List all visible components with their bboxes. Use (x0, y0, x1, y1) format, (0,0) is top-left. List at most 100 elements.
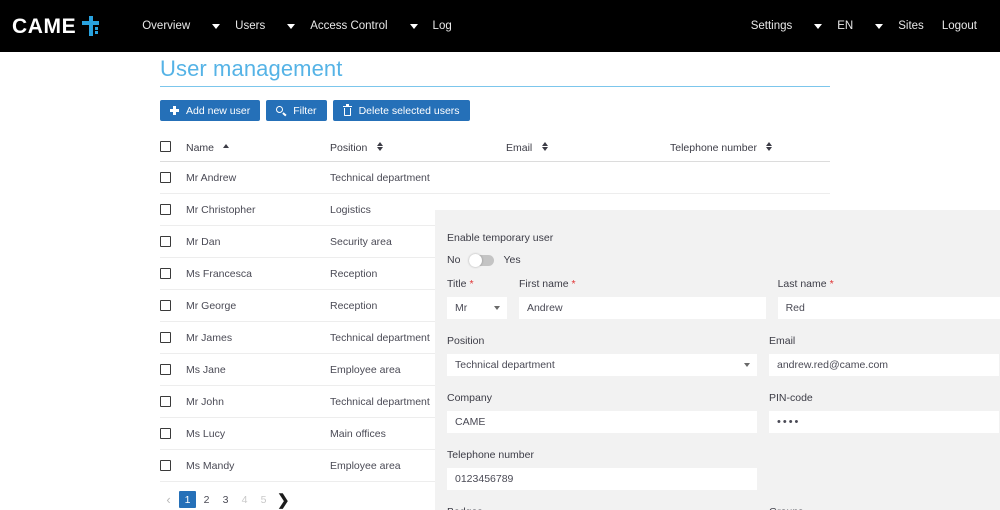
row-checkbox[interactable] (160, 172, 171, 183)
brand-name: CAME (12, 14, 77, 38)
column-header-telephone-label: Telephone number (670, 141, 757, 154)
nav-item-settings[interactable]: Settings (742, 0, 802, 52)
chevron-down-icon-access-control[interactable] (397, 0, 424, 52)
brand-logo[interactable]: CAME (12, 14, 100, 38)
pin-code-field-wrap: PIN-code •••• (769, 392, 999, 433)
nav-item-users[interactable]: Users (226, 0, 274, 52)
row-checkbox[interactable] (160, 364, 171, 375)
nav-item-language[interactable]: EN (828, 0, 862, 52)
nav-item-logout[interactable]: Logout (933, 0, 986, 52)
cell-name: Mr James (186, 331, 233, 344)
last-name-input[interactable]: Red (777, 297, 1000, 319)
table-row[interactable]: Mr Andrew Technical department (160, 162, 830, 194)
row-checkbox[interactable] (160, 332, 171, 343)
column-header-email[interactable]: Email (506, 138, 670, 156)
search-icon (276, 105, 287, 117)
row-checkbox-cell (160, 364, 186, 375)
column-header-position[interactable]: Position (330, 138, 506, 156)
badges-label: Badges (447, 506, 757, 510)
nav-item-sites[interactable]: Sites (889, 0, 933, 52)
chevron-down-icon-position (744, 363, 750, 367)
row-checkbox[interactable] (160, 396, 171, 407)
required-marker: * (829, 278, 834, 290)
company-pin-group: Company CAME PIN-code •••• (447, 392, 1000, 433)
first-name-input[interactable]: Andrew (518, 297, 766, 319)
select-all-checkbox[interactable] (160, 141, 171, 152)
title-label: Title * (447, 278, 507, 290)
telephone-input[interactable]: 0123456789 (447, 468, 757, 490)
row-checkbox[interactable] (160, 268, 171, 279)
pagination-page-5[interactable]: 5 (255, 491, 272, 508)
cell-name: Ms Jane (186, 363, 226, 376)
title-value: Mr (455, 302, 468, 314)
position-email-group: Position Technical department Email andr… (447, 335, 1000, 376)
row-checkbox-cell (160, 268, 186, 279)
position-select[interactable]: Technical department (447, 354, 757, 376)
sort-icon-email[interactable] (541, 141, 548, 152)
nav-item-log[interactable]: Log (424, 0, 461, 52)
row-checkbox-cell (160, 460, 186, 471)
pin-code-label: PIN-code (769, 392, 813, 404)
email-label: Email (769, 335, 796, 347)
telephone-group: Telephone number 0123456789 (447, 449, 1000, 490)
pagination-prev[interactable]: ‹ (160, 491, 177, 508)
row-checkbox-cell (160, 428, 186, 439)
row-checkbox[interactable] (160, 204, 171, 215)
enable-temporary-user-toggle[interactable] (469, 253, 495, 267)
chevron-down-icon-overview[interactable] (199, 0, 226, 52)
groups-field-wrap: Groups SUBSCRIBERS (769, 506, 999, 510)
row-checkbox[interactable] (160, 428, 171, 439)
top-navbar: CAME Overview Users Access Control Log S… (0, 0, 1000, 52)
last-name-label: Last name * (778, 278, 1000, 290)
column-header-telephone[interactable]: Telephone number (670, 138, 830, 156)
delete-selected-users-label: Delete selected users (358, 104, 460, 117)
cell-name: Mr John (186, 395, 224, 408)
add-new-user-button[interactable]: Add new user (160, 100, 261, 121)
position-field-wrap: Position Technical department (447, 335, 757, 376)
trash-icon (342, 104, 352, 116)
sort-icon-telephone[interactable] (766, 141, 773, 152)
plus-icon (170, 106, 179, 115)
row-checkbox-cell (160, 204, 186, 215)
company-input[interactable]: CAME (447, 411, 757, 433)
toggle-on-label: Yes (503, 254, 521, 266)
row-checkbox-cell (160, 332, 186, 343)
row-checkbox-cell (160, 236, 186, 247)
delete-selected-users-button[interactable]: Delete selected users (332, 100, 470, 121)
telephone-label: Telephone number (447, 449, 534, 461)
company-field-wrap: Company CAME (447, 392, 757, 433)
pagination-page-3[interactable]: 3 (217, 491, 234, 508)
pagination-next[interactable]: ❯ (274, 491, 293, 509)
row-checkbox[interactable] (160, 236, 171, 247)
enable-temporary-user-label: Enable temporary user (447, 232, 554, 244)
title-divider (160, 86, 830, 87)
page-title: User management (160, 56, 343, 81)
cell-name: Ms Francesca (186, 267, 252, 280)
user-detail-form: Enable temporary user No Yes Title * Mr F… (435, 210, 1000, 510)
column-header-name[interactable]: Name (186, 138, 330, 156)
nav-item-access-control[interactable]: Access Control (301, 0, 396, 52)
row-checkbox[interactable] (160, 300, 171, 311)
table-header-row: Name Position Email Telephone number (160, 138, 830, 162)
last-name-field-wrap: Last name * Red (777, 278, 1000, 319)
chevron-down-icon-settings[interactable] (801, 0, 828, 52)
chevron-down-icon-language[interactable] (862, 0, 889, 52)
sort-asc-icon-name[interactable] (223, 144, 230, 149)
groups-label: Groups (769, 506, 999, 510)
row-checkbox[interactable] (160, 460, 171, 471)
pagination-page-4[interactable]: 4 (236, 491, 253, 508)
chevron-down-icon-users[interactable] (274, 0, 301, 52)
nav-item-overview[interactable]: Overview (133, 0, 199, 52)
pin-code-input[interactable]: •••• (769, 411, 999, 433)
cell-name: Mr George (186, 299, 237, 312)
sort-icon-position[interactable] (376, 141, 383, 152)
email-input[interactable]: andrew.red@came.com (769, 354, 999, 376)
pagination-page-2[interactable]: 2 (198, 491, 215, 508)
filter-button[interactable]: Filter (266, 100, 327, 121)
title-select[interactable]: Mr (447, 297, 507, 319)
cell-name: Mr Andrew (186, 171, 237, 184)
first-name-field-wrap: First name * Andrew (518, 278, 766, 319)
pagination-page-1[interactable]: 1 (179, 491, 196, 508)
badges-groups-group: Badges 123456789 Groups SUBSCRIBERS (447, 506, 1000, 510)
telephone-spacer (769, 449, 999, 490)
